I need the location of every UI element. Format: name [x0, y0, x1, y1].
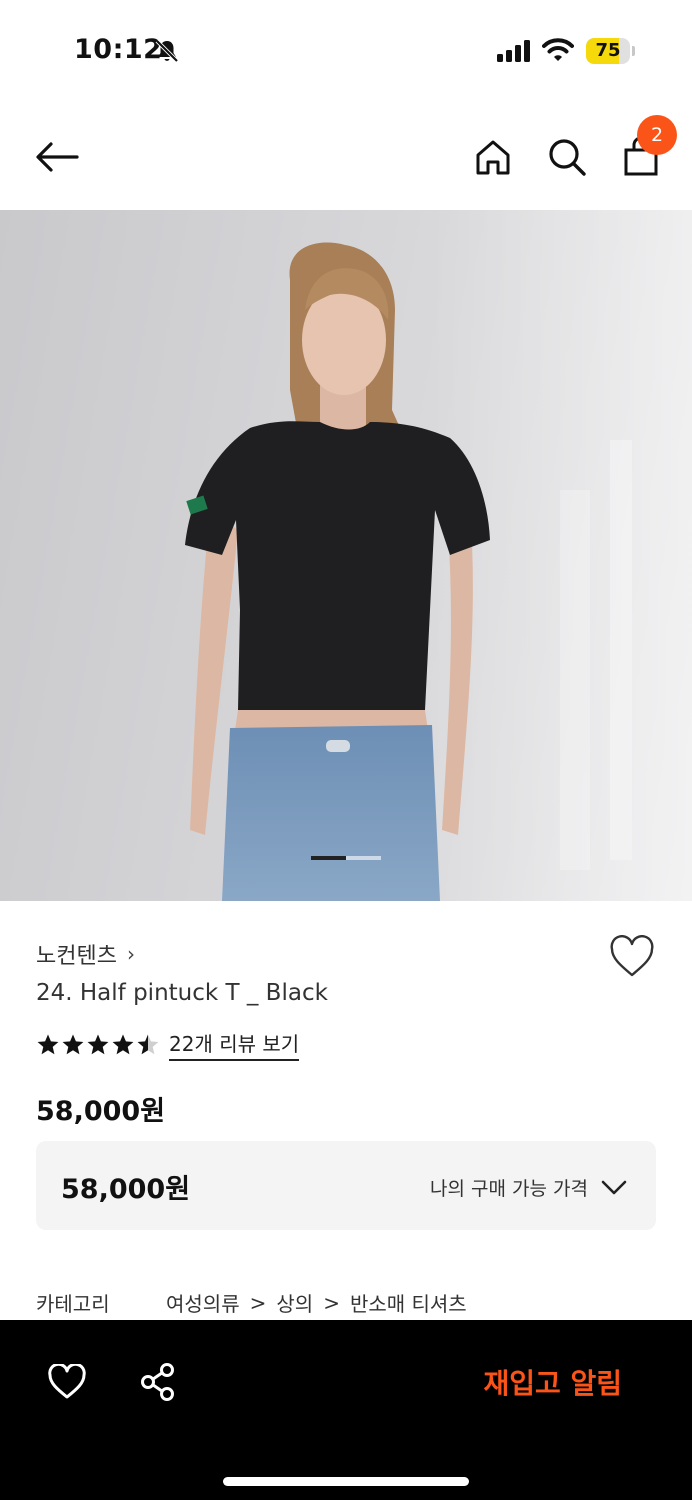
wishlist-button-bottom[interactable] [45, 1360, 89, 1404]
category-label: 카테고리 [36, 1292, 110, 1316]
carousel-indicator-active [311, 856, 346, 860]
home-indicator [223, 1477, 469, 1486]
battery-percent: 75 [595, 40, 621, 61]
cart-count-badge: 2 [637, 115, 677, 155]
carousel-indicator [311, 856, 381, 860]
my-price-dropdown[interactable]: 58,000원 나의 구매 가능 가격 [36, 1141, 656, 1230]
star-full-icon [62, 1034, 84, 1054]
product-image-carousel[interactable] [0, 210, 692, 901]
chevron-down-icon [601, 1180, 627, 1195]
category-level-1[interactable]: 여성의류 [166, 1288, 240, 1317]
chevron-right-icon: › [126, 942, 135, 966]
chevron-right-icon: > [323, 1290, 340, 1315]
star-full-icon [37, 1034, 59, 1054]
rating-row: 22개 리뷰 보기 [36, 1028, 300, 1061]
brand-link[interactable]: 노컨텐츠 › [36, 938, 135, 970]
share-button[interactable] [136, 1360, 180, 1404]
search-icon [549, 139, 586, 176]
arrow-left-icon [36, 142, 79, 172]
heart-icon [48, 1364, 86, 1399]
review-link[interactable]: 22개 리뷰 보기 [169, 1028, 300, 1061]
home-icon [476, 140, 510, 175]
product-photo [185, 210, 692, 901]
category-level-2[interactable]: 상의 [276, 1288, 313, 1317]
status-time: 10:12 [74, 34, 163, 65]
bell-slash-icon [155, 39, 179, 63]
rating-stars [36, 1033, 161, 1057]
product-price: 58,000원 [36, 1096, 166, 1127]
star-full-icon [112, 1034, 134, 1054]
signal-icon [497, 40, 530, 62]
star-full-icon [87, 1034, 109, 1054]
top-nav [0, 100, 692, 210]
brand-name: 노컨텐츠 [36, 944, 117, 969]
share-icon [141, 1363, 174, 1401]
product-title: 24. Half pintuck T _ Black [36, 980, 328, 1006]
back-button[interactable] [32, 132, 82, 182]
star-half-icon [137, 1034, 159, 1054]
heart-icon [610, 935, 654, 977]
restock-alert-button[interactable]: 재입고 알림 [483, 1362, 622, 1402]
my-price-value: 58,000원 [61, 1174, 191, 1205]
home-button[interactable] [468, 132, 518, 182]
category-level-3[interactable]: 반소매 티셔츠 [350, 1288, 467, 1317]
search-button[interactable] [542, 132, 592, 182]
battery-indicator: 75 [586, 38, 635, 64]
wishlist-button[interactable] [608, 935, 656, 979]
category-row: 카테고리 여성의류 > 상의 > 반소매 티셔츠 [36, 1288, 467, 1317]
my-price-label: 나의 구매 가능 가격 [430, 1178, 588, 1200]
wifi-icon [542, 38, 574, 61]
category-breadcrumb: 여성의류 > 상의 > 반소매 티셔츠 [166, 1288, 467, 1317]
chevron-right-icon: > [249, 1290, 267, 1315]
status-bar: 10:12 75 [0, 0, 692, 100]
bottom-action-bar: 재입고 알림 [0, 1320, 692, 1500]
